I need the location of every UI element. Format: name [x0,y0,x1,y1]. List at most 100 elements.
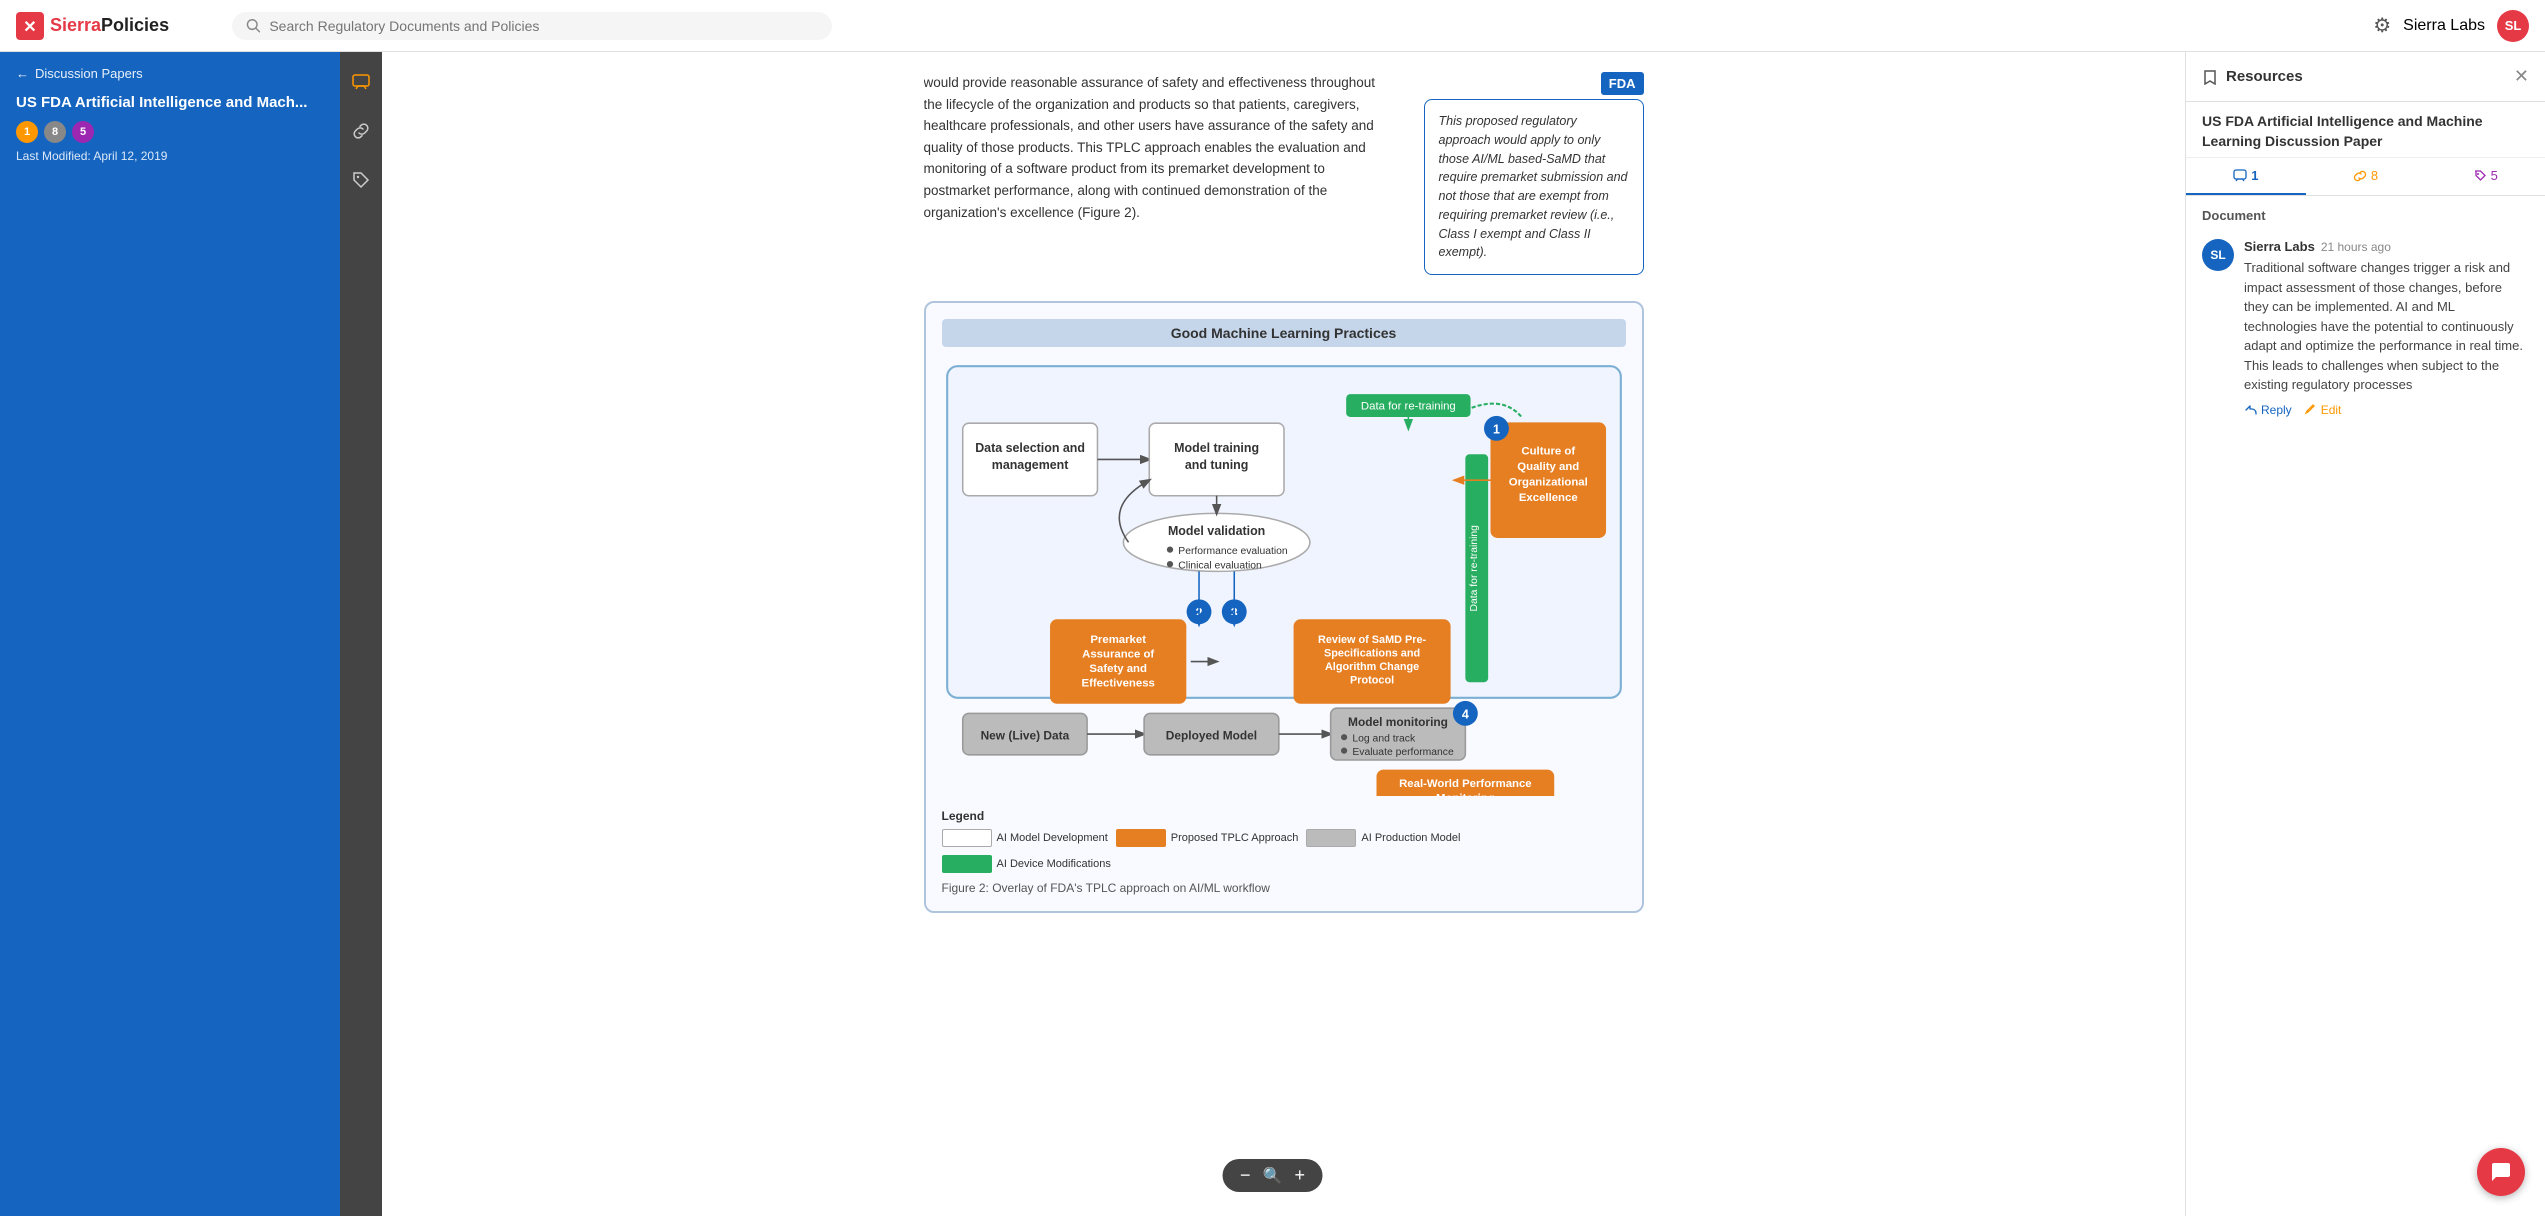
link-icon [351,121,371,141]
comment-text: Traditional software changes trigger a r… [2244,258,2529,395]
panel-doc-title: US FDA Artificial Intelligence and Machi… [2186,102,2545,158]
main-layout: ← Discussion Papers US FDA Artificial In… [0,52,2545,1216]
diagram-caption: Figure 2: Overlay of FDA's TPLC approach… [942,881,1626,895]
sidebar-date: Last Modified: April 12, 2019 [0,147,340,173]
comment: SL Sierra Labs 21 hours ago Traditional … [2186,229,2545,427]
comment-icon-button[interactable] [343,64,379,105]
icon-strip [340,52,382,1216]
reply-button[interactable]: Reply [2244,403,2292,417]
svg-text:Model monitoring: Model monitoring [1348,715,1448,729]
comment-author: Sierra Labs [2244,239,2315,254]
logo-text: SierraPolicies [50,15,169,36]
comment-actions: Reply Edit [2244,403,2529,417]
legend: Legend AI Model Development Proposed TPL… [942,809,1626,873]
legend-color-tplc [1116,829,1166,847]
legend-color-dev [942,829,992,847]
legend-item-prod: AI Production Model [1306,829,1460,847]
svg-text:Model training: Model training [1174,441,1259,455]
tab-links[interactable]: 8 [2306,158,2426,195]
diagram-container: Good Machine Learning Practices Data sel… [924,301,1644,913]
logo: ✕ SierraPolicies [16,12,216,40]
comment-time: 21 hours ago [2321,240,2391,254]
nav-right: ⚙ Sierra Labs SL [2373,10,2529,42]
tab-tags[interactable]: 5 [2425,158,2545,195]
tag-icon [351,170,371,190]
chat-button[interactable] [2477,1148,2525,1196]
zoom-controls: − 🔍 + [1222,1159,1323,1192]
zoom-in-button[interactable]: + [1288,1163,1311,1188]
content-area: FDA This proposed regulatory approach wo… [382,52,2185,1216]
svg-text:Log and track: Log and track [1352,733,1416,744]
svg-text:Specifications and: Specifications and [1324,647,1420,659]
tab-comments[interactable]: 1 [2186,158,2306,195]
svg-text:Excellence: Excellence [1518,492,1577,504]
tag-tab-icon [2473,169,2487,183]
fda-badge: FDA [1601,72,1644,95]
back-arrow-icon: ← [16,66,29,81]
svg-text:Model validation: Model validation [1167,524,1264,538]
badge-tags: 5 [72,121,94,143]
legend-items: AI Model Development Proposed TPLC Appro… [942,829,1626,873]
user-name: Sierra Labs [2403,17,2485,35]
svg-text:Performance evaluation: Performance evaluation [1178,546,1288,557]
panel-close-button[interactable]: ✕ [2514,66,2529,87]
search-input[interactable] [269,18,818,34]
diagram-svg: Data selection and management Model trai… [942,361,1626,796]
svg-text:Review of SaMD Pre-: Review of SaMD Pre- [1317,634,1426,646]
bookmark-icon [2202,69,2218,85]
comment-tab-icon [2233,169,2247,183]
comment-avatar: SL [2202,239,2234,271]
svg-text:Protocol: Protocol [1350,674,1394,686]
edit-button[interactable]: Edit [2304,403,2342,417]
callout-box: This proposed regulatory approach would … [1424,99,1644,275]
zoom-out-button[interactable]: − [1234,1163,1257,1188]
legend-color-mods [942,855,992,873]
svg-text:Data selection and: Data selection and [975,441,1085,455]
svg-text:Data for re-training: Data for re-training [1360,401,1455,413]
svg-text:4: 4 [1461,708,1468,722]
svg-text:Effectiveness: Effectiveness [1081,677,1154,689]
svg-text:Quality and: Quality and [1517,461,1579,473]
badge-links: 8 [44,121,66,143]
zoom-search-icon: 🔍 [1263,1166,1283,1186]
left-sidebar: ← Discussion Papers US FDA Artificial In… [0,52,340,1216]
comment-icon [351,72,371,92]
diagram-title: Good Machine Learning Practices [942,319,1626,347]
document-content: FDA This proposed regulatory approach wo… [924,72,1644,913]
legend-color-prod [1306,829,1356,847]
search-icon [246,18,261,34]
legend-item-dev: AI Model Development [942,829,1108,847]
svg-text:Monitoring: Monitoring [1435,792,1494,796]
svg-text:Algorithm Change: Algorithm Change [1324,661,1418,673]
search-bar[interactable] [232,12,832,40]
comment-meta: Sierra Labs 21 hours ago [2244,239,2529,254]
top-navigation: ✕ SierraPolicies ⚙ Sierra Labs SL [0,0,2545,52]
svg-text:Evaluate performance: Evaluate performance [1352,747,1454,758]
svg-text:✕: ✕ [23,19,36,36]
svg-text:management: management [991,458,1068,472]
back-button[interactable]: ← Discussion Papers [0,52,340,87]
svg-text:1: 1 [1492,423,1499,437]
settings-button[interactable]: ⚙ [2373,13,2391,38]
badge-comments: 1 [16,121,38,143]
sidebar-doc-title: US FDA Artificial Intelligence and Mach.… [0,87,340,117]
svg-text:Data for re-training: Data for re-training [1468,525,1479,612]
legend-item-mods: AI Device Modifications [942,855,1111,873]
right-panel: Resources ✕ US FDA Artificial Intelligen… [2185,52,2545,1216]
link-tab-icon [2353,169,2367,183]
link-icon-button[interactable] [343,113,379,154]
chat-icon [2489,1160,2513,1184]
tag-icon-button[interactable] [343,162,379,203]
legend-item-tplc: Proposed TPLC Approach [1116,829,1299,847]
svg-text:Assurance of: Assurance of [1082,648,1154,660]
svg-text:Safety and: Safety and [1089,663,1147,675]
logo-icon: ✕ [16,12,44,40]
svg-text:and tuning: and tuning [1184,458,1247,472]
svg-text:Clinical evaluation: Clinical evaluation [1178,560,1262,571]
svg-text:Real-World Performance: Real-World Performance [1399,778,1532,790]
svg-text:Premarket: Premarket [1090,634,1146,646]
avatar: SL [2497,10,2529,42]
panel-section-label: Document [2186,196,2545,229]
reply-icon [2244,403,2257,416]
svg-text:Culture of: Culture of [1521,445,1575,457]
